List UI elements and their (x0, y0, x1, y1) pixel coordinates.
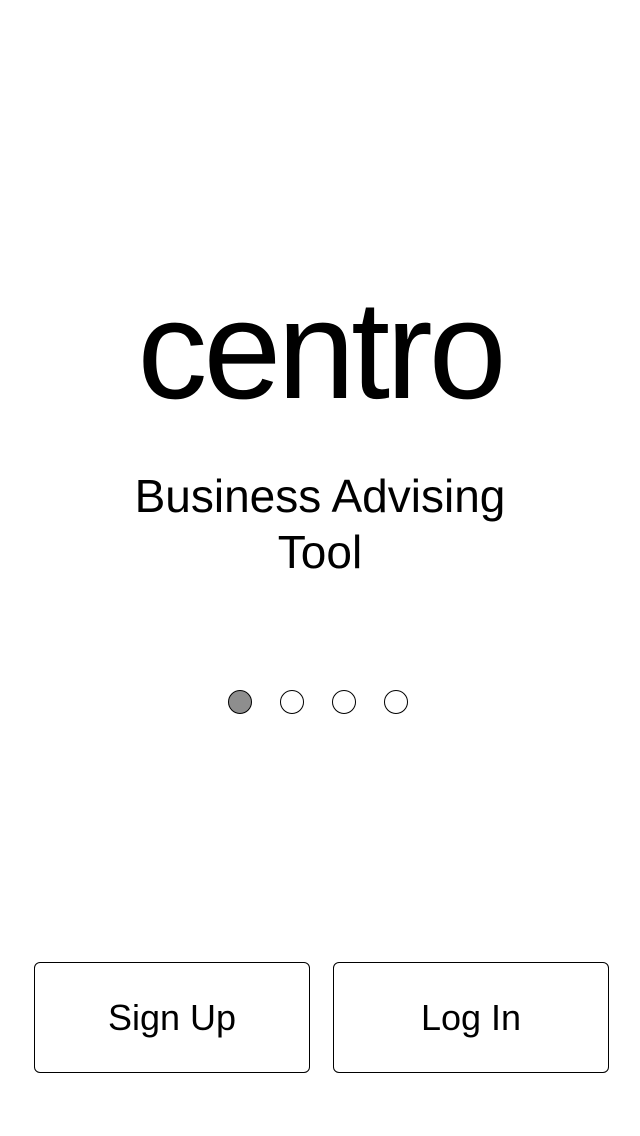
page-dot-4[interactable] (384, 690, 408, 714)
page-dot-2[interactable] (280, 690, 304, 714)
app-logo: centro (137, 271, 506, 428)
page-dot-1[interactable] (228, 690, 252, 714)
sign-up-button[interactable]: Sign Up (34, 962, 310, 1073)
page-indicator (228, 690, 408, 716)
app-tagline: Business Advising Tool (134, 470, 506, 578)
log-in-button[interactable]: Log In (333, 962, 609, 1073)
page-dot-3[interactable] (332, 690, 356, 714)
